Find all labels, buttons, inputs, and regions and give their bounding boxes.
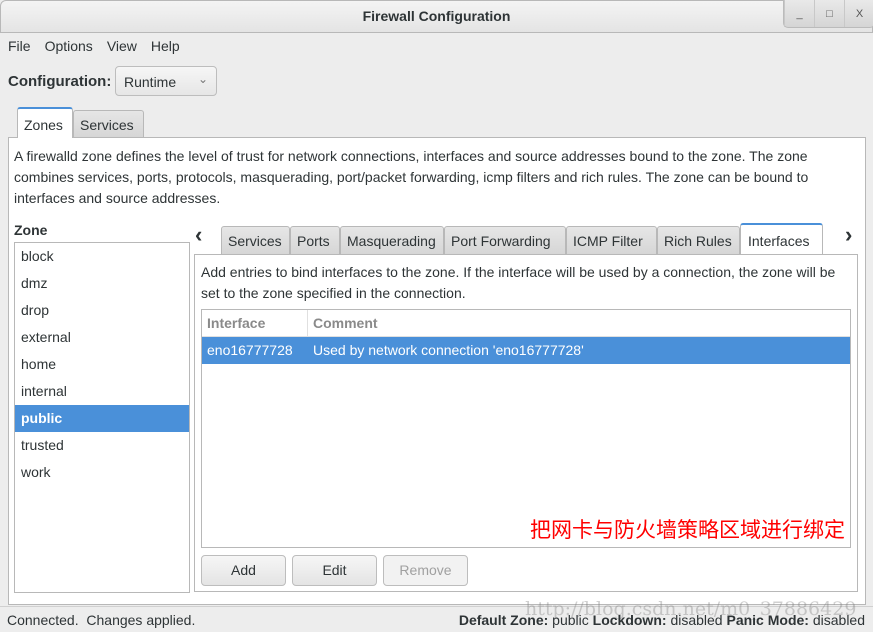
menu-help[interactable]: Help — [151, 38, 180, 54]
panic-mode-value: disabled — [812, 612, 865, 628]
window-controls: _ □ X — [783, 0, 873, 28]
configuration-select[interactable]: Runtime ⌄ — [115, 66, 217, 96]
column-interface[interactable]: Interface — [202, 310, 308, 336]
zone-item-external[interactable]: external — [15, 324, 189, 351]
zone-item-block[interactable]: block — [15, 243, 189, 270]
tab-zone-services[interactable]: Services — [221, 226, 290, 254]
tab-zones[interactable]: Zones — [17, 107, 73, 138]
menu-bar: File Options View Help — [8, 38, 180, 54]
close-button[interactable]: X — [844, 0, 873, 27]
tab-ports[interactable]: Ports — [290, 226, 340, 254]
lockdown-label: Lockdown: — [592, 612, 667, 628]
tab-interfaces[interactable]: Interfaces — [740, 223, 823, 254]
zone-status: Default Zone: public Lockdown: disabled … — [459, 612, 865, 628]
default-zone-label: Default Zone: — [458, 612, 549, 628]
menu-view[interactable]: View — [107, 38, 137, 54]
tab-masquerading[interactable]: Masquerading — [340, 226, 444, 254]
zone-item-dmz[interactable]: dmz — [15, 270, 189, 297]
connection-status: Connected. Changes applied. — [7, 612, 196, 628]
zone-list-label: Zone — [14, 222, 48, 238]
add-button[interactable]: Add — [201, 555, 286, 586]
tab-services[interactable]: Services — [73, 110, 144, 137]
minimize-button[interactable]: _ — [784, 0, 814, 27]
tab-icmp-filter[interactable]: ICMP Filter — [566, 226, 657, 254]
cell-comment: Used by network connection 'eno16777728' — [313, 342, 584, 358]
maximize-button[interactable]: □ — [814, 0, 844, 27]
tabs-scroll-left-icon[interactable]: ‹ — [195, 222, 202, 248]
configuration-label: Configuration: — [8, 73, 112, 90]
edit-button[interactable]: Edit — [292, 555, 377, 586]
configuration-value: Runtime — [124, 74, 177, 90]
menu-file[interactable]: File — [8, 38, 31, 54]
zone-item-home[interactable]: home — [15, 351, 189, 378]
lockdown-value: disabled — [670, 612, 723, 628]
zone-item-work[interactable]: work — [15, 459, 189, 486]
default-zone-value: public — [552, 612, 589, 628]
table-header: Interface Comment — [202, 310, 850, 337]
cell-interface: eno16777728 — [207, 342, 293, 358]
tab-rich-rules[interactable]: Rich Rules — [657, 226, 740, 254]
column-comment[interactable]: Comment — [308, 310, 378, 336]
interfaces-table[interactable]: Interface Comment eno16777728 Used by ne… — [201, 309, 851, 548]
zone-item-trusted[interactable]: trusted — [15, 432, 189, 459]
zone-item-drop[interactable]: drop — [15, 297, 189, 324]
zone-list[interactable]: block dmz drop external home internal pu… — [14, 242, 190, 593]
tab-port-forwarding[interactable]: Port Forwarding — [444, 226, 566, 254]
window-title: Firewall Configuration — [362, 8, 511, 24]
zones-description: A firewalld zone defines the level of tr… — [14, 148, 809, 206]
panic-mode-label: Panic Mode: — [726, 612, 809, 628]
tabs-scroll-right-icon[interactable]: › — [845, 222, 852, 248]
table-row[interactable]: eno16777728 Used by network connection '… — [202, 337, 850, 364]
chevron-down-icon: ⌄ — [197, 72, 208, 86]
zone-item-internal[interactable]: internal — [15, 378, 189, 405]
interfaces-description: Add entries to bind interfaces to the zo… — [201, 264, 836, 301]
zone-item-public[interactable]: public — [15, 405, 189, 432]
remove-button[interactable]: Remove — [383, 555, 468, 586]
menu-options[interactable]: Options — [45, 38, 93, 54]
annotation-text: 把网卡与防火墙策略区域进行绑定 — [530, 518, 845, 542]
